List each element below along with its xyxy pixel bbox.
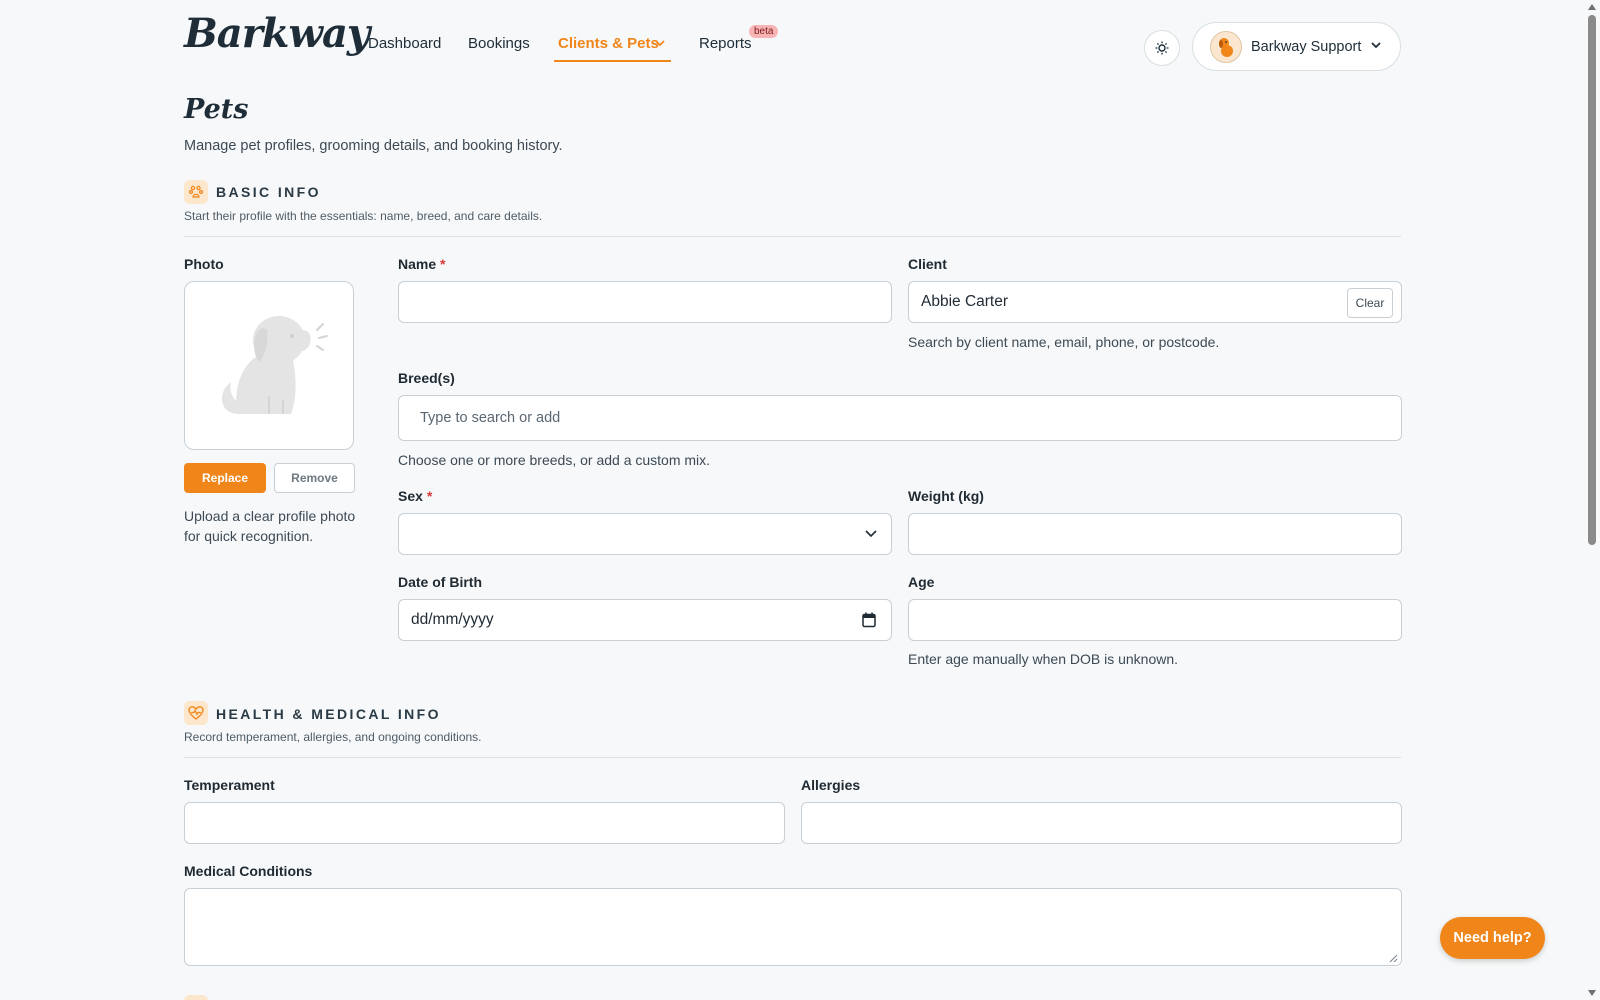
divider [184,757,1401,758]
chevron-down-icon[interactable] [654,38,666,48]
dog-placeholder-icon [221,315,328,414]
client-search-input[interactable] [908,281,1402,323]
scroll-down-icon[interactable] [1588,990,1596,996]
name-input[interactable] [398,281,892,323]
age-label: Age [908,574,935,590]
nav-clients-pets[interactable]: Clients & Pets [558,35,659,52]
replace-photo-button[interactable]: Replace [184,463,266,493]
allergies-label: Allergies [801,777,861,793]
heart-pulse-icon [184,701,208,725]
weight-input[interactable] [908,513,1402,555]
medical-conditions-label: Medical Conditions [184,863,313,879]
page-title: Pets [184,94,249,125]
clear-client-button[interactable]: Clear [1347,288,1393,318]
page-subtitle: Manage pet profiles, grooming details, a… [184,138,563,154]
sex-label: Sex * [398,488,432,504]
dob-placeholder: dd/mm/yyyy [411,611,494,628]
sun-icon [1155,41,1169,55]
theme-toggle-button[interactable] [1144,30,1180,66]
medical-conditions-textarea[interactable] [184,888,1402,966]
name-label: Name * [398,256,445,272]
required-mark: * [440,256,446,272]
chevron-down-icon [1371,42,1381,49]
name-label-text: Name [398,256,437,272]
age-help-text: Enter age manually when DOB is unknown. [908,651,1179,667]
section-title-basic-info: BASIC INFO [216,184,321,200]
dob-label: Date of Birth [398,574,482,590]
scroll-up-icon[interactable] [1588,4,1596,10]
allergies-input[interactable] [801,802,1402,844]
dog-avatar-icon [1219,37,1233,57]
photo-upload-area[interactable] [184,281,354,450]
beta-badge: beta [749,25,779,38]
paw-icon [184,180,208,204]
app-logo[interactable]: Barkway [184,10,370,57]
scrollbar-thumb[interactable] [1588,15,1596,545]
page-scrollbar[interactable] [1584,0,1600,1000]
temperament-label: Temperament [184,777,275,793]
breed-input[interactable] [398,395,1402,441]
breed-help-text: Choose one or more breeds, or add a cust… [398,452,711,468]
temperament-input[interactable] [184,802,785,844]
active-nav-underline [554,60,671,62]
section-subtitle-health: Record temperament, allergies, and ongoi… [184,730,482,744]
photo-label: Photo [184,256,224,272]
client-label: Client [908,256,947,272]
weight-label: Weight (kg) [908,488,984,504]
user-name: Barkway Support [1251,38,1362,55]
breed-label: Breed(s) [398,370,455,386]
divider [184,236,1401,237]
next-section-icon [184,995,208,1000]
sex-select[interactable] [398,513,892,555]
dob-input[interactable]: dd/mm/yyyy [398,599,892,641]
client-help-text: Search by client name, email, phone, or … [908,334,1220,350]
section-subtitle-basic-info: Start their profile with the essentials:… [184,209,543,223]
user-menu-button[interactable]: Barkway Support [1192,22,1401,71]
nav-reports[interactable]: Reports [699,35,752,52]
sex-label-text: Sex [398,488,423,504]
photo-help-text: Upload a clear profile photo for quick r… [184,508,356,544]
nav-dashboard[interactable]: Dashboard [368,35,441,52]
avatar [1210,30,1242,63]
section-title-health: HEALTH & MEDICAL INFO [216,706,441,722]
remove-photo-button[interactable]: Remove [274,463,355,493]
age-input[interactable] [908,599,1402,641]
resize-handle-icon[interactable] [1389,954,1398,963]
need-help-button[interactable]: Need help? [1440,917,1545,959]
required-mark: * [426,488,433,504]
nav-bookings[interactable]: Bookings [468,35,530,52]
chevron-down-icon [865,530,877,538]
calendar-icon[interactable] [862,612,876,628]
